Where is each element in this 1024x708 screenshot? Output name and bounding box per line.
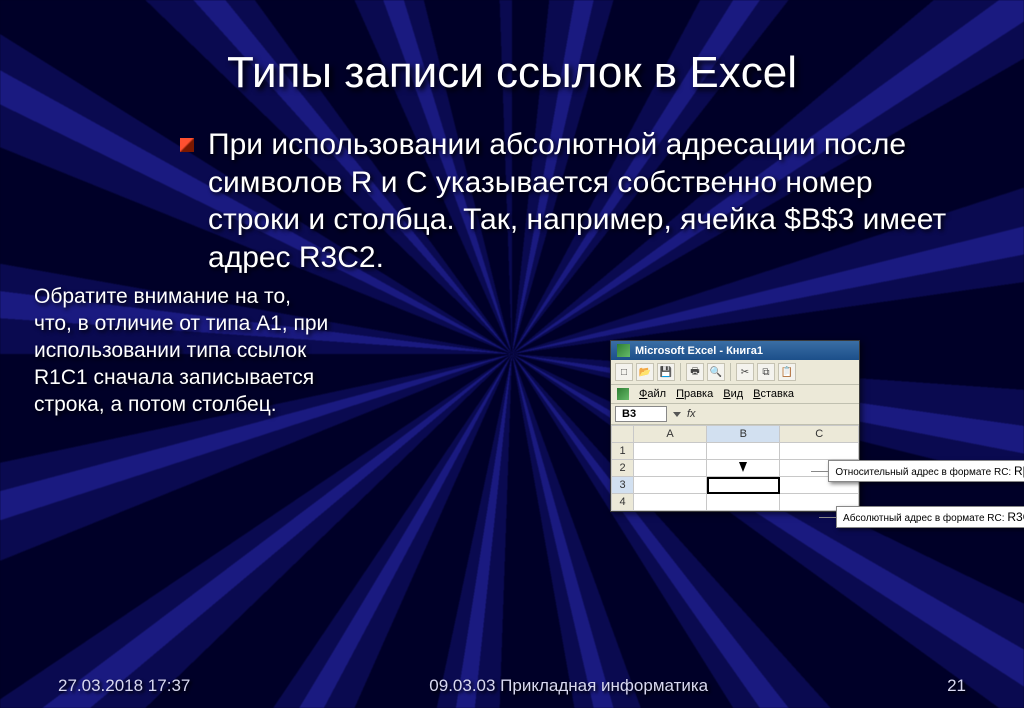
callout-absolute-label: Абсолютный адрес в формате RC: (843, 513, 1005, 524)
body-text: При использовании абсолютной адресации п… (208, 126, 964, 276)
callout-relative-value: R[0]C[0] (1014, 464, 1024, 478)
excel-screenshot: Microsoft Excel - Книга1 □ 📂 💾 🖶 🔍 ✂ ⧉ 📋… (610, 340, 970, 512)
excel-window: Microsoft Excel - Книга1 □ 📂 💾 🖶 🔍 ✂ ⧉ 📋… (610, 340, 860, 512)
callout-relative: Относительный адрес в формате RC: R[0]C[… (828, 460, 1024, 482)
slide-title: Типы записи ссылок в Excel (60, 48, 964, 98)
row-header-2: 2 (612, 460, 634, 477)
active-cell (707, 477, 780, 494)
paste-icon: 📋 (778, 363, 796, 381)
menu-edit: Правка (676, 388, 713, 400)
callout-absolute: Абсолютный адрес в формате RC: R3C2 (836, 506, 1024, 528)
footer-date: 27.03.2018 17:37 (58, 676, 190, 696)
excel-window-title: Microsoft Excel - Книга1 (635, 345, 763, 357)
bullet-icon (180, 138, 194, 152)
footer: 27.03.2018 17:37 09.03.03 Прикладная инф… (0, 676, 1024, 696)
note-text: Обратите внимание на то, что, в отличие … (34, 284, 334, 418)
toolbar-separator (680, 363, 681, 381)
excel-formula-bar: B3 fx (611, 404, 859, 425)
col-header-b: B (707, 426, 780, 443)
dropdown-icon (673, 412, 681, 417)
footer-course: 09.03.03 Прикладная информатика (429, 676, 708, 696)
body-row: При использовании абсолютной адресации п… (180, 126, 964, 276)
cell (634, 460, 707, 477)
arrow-down-icon (707, 460, 780, 477)
open-icon: 📂 (636, 363, 654, 381)
save-icon: 💾 (657, 363, 675, 381)
cell (634, 443, 707, 460)
new-icon: □ (615, 363, 633, 381)
excel-menu-logo-icon (617, 388, 629, 400)
excel-toolbar: □ 📂 💾 🖶 🔍 ✂ ⧉ 📋 (611, 360, 859, 385)
cell (634, 477, 707, 494)
excel-titlebar: Microsoft Excel - Книга1 (611, 341, 859, 360)
excel-grid: A B C 1 2 3 (611, 425, 859, 511)
col-header-c: C (780, 426, 859, 443)
row-header-4: 4 (612, 494, 634, 511)
cell (780, 443, 859, 460)
cell (707, 443, 780, 460)
excel-logo-icon (617, 344, 630, 357)
corner-cell (612, 426, 634, 443)
print-icon: 🖶 (686, 363, 704, 381)
excel-menubar: Файл Правка Вид Вставка (611, 385, 859, 404)
menu-file: Файл (639, 388, 666, 400)
row-header-1: 1 (612, 443, 634, 460)
toolbar-separator (730, 363, 731, 381)
col-header-a: A (634, 426, 707, 443)
footer-slide-number: 21 (947, 676, 966, 696)
copy-icon: ⧉ (757, 363, 775, 381)
menu-insert: Вставка (753, 388, 794, 400)
cell (707, 494, 780, 511)
preview-icon: 🔍 (707, 363, 725, 381)
menu-view: Вид (723, 388, 743, 400)
cut-icon: ✂ (736, 363, 754, 381)
cell (634, 494, 707, 511)
row-header-3: 3 (612, 477, 634, 494)
callout-absolute-value: R3C2 (1007, 510, 1024, 524)
name-box: B3 (615, 406, 667, 422)
callout-relative-label: Относительный адрес в формате RC: (835, 467, 1011, 478)
fx-label: fx (687, 408, 696, 420)
slide: Типы записи ссылок в Excel При использов… (0, 0, 1024, 708)
